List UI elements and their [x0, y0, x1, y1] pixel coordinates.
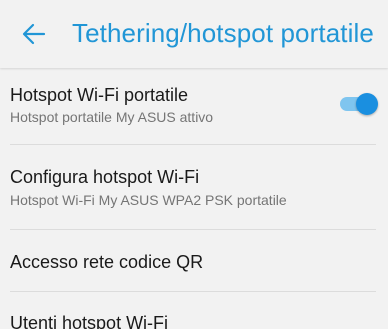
settings-screen: Tethering/hotspot portatile Hotspot Wi-F…	[0, 0, 388, 329]
setting-hotspot-users[interactable]: Utenti hotspot Wi-Fi	[0, 292, 388, 329]
setting-qr-access[interactable]: Accesso rete codice QR	[0, 230, 388, 290]
setting-label: Accesso rete codice QR	[10, 252, 204, 272]
app-bar: Tethering/hotspot portatile	[0, 0, 388, 68]
setting-label: Hotspot Wi-Fi portatile	[10, 85, 189, 105]
setting-configure-hotspot[interactable]: Configura hotspot Wi-Fi Hotspot Wi-Fi My…	[0, 145, 388, 229]
hotspot-toggle[interactable]	[338, 93, 378, 115]
page-title: Tethering/hotspot portatile	[72, 18, 374, 48]
setting-summary: Hotspot Wi-Fi My ASUS WPA2 PSK portatile	[10, 192, 287, 208]
setting-label: Configura hotspot Wi-Fi	[10, 167, 200, 187]
setting-summary: Hotspot portatile My ASUS attivo	[10, 109, 214, 125]
toggle-thumb	[356, 93, 378, 115]
setting-hotspot-wifi[interactable]: Hotspot Wi-Fi portatile Hotspot portatil…	[0, 68, 388, 148]
setting-label: Utenti hotspot Wi-Fi	[10, 313, 169, 329]
back-arrow-icon[interactable]	[20, 20, 48, 48]
